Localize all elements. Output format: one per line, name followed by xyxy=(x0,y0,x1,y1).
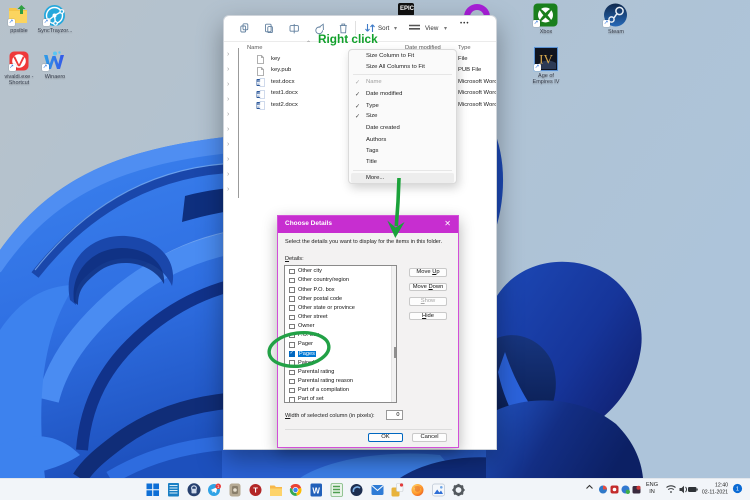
svg-text:1: 1 xyxy=(736,487,739,493)
svg-text:w: w xyxy=(256,92,261,98)
svg-text:ENG: ENG xyxy=(646,482,658,488)
svg-text:T: T xyxy=(253,486,258,495)
svg-text:IV: IV xyxy=(539,52,553,67)
svg-text:IN: IN xyxy=(649,489,655,495)
svg-text:W: W xyxy=(312,486,320,495)
svg-text:w: w xyxy=(256,104,261,110)
svg-text:12:40: 12:40 xyxy=(715,483,728,489)
svg-text:02-11-2021: 02-11-2021 xyxy=(702,490,728,496)
svg-text:w: w xyxy=(256,81,261,87)
